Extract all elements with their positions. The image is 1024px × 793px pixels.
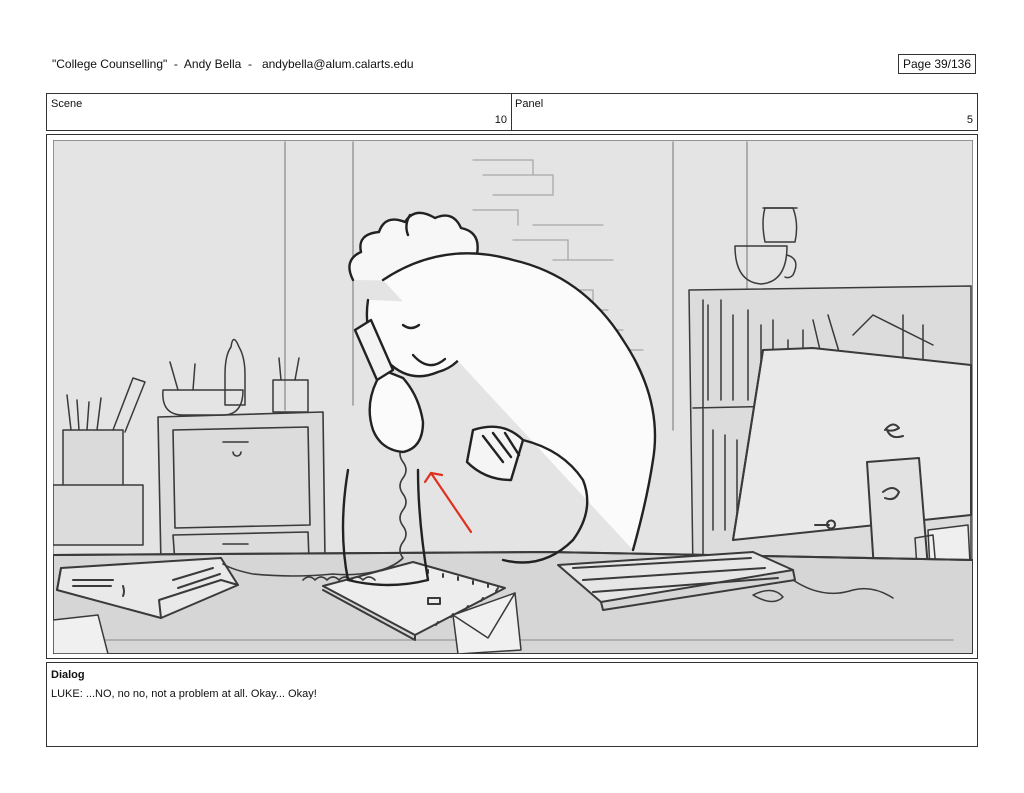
panel-number: 5 xyxy=(966,114,973,126)
page-indicator: Page 39/136 xyxy=(898,54,976,74)
paper-bottom-left xyxy=(53,614,109,654)
dialog-text: LUKE: ...NO, no no, not a problem at all… xyxy=(51,688,317,700)
panel-sketch xyxy=(53,140,973,654)
storyboard-header-title: "College Counselling" - Andy Bella - and… xyxy=(52,57,414,71)
scene-label: Scene xyxy=(51,98,83,110)
scene-cell: Scene 10 xyxy=(47,94,512,130)
dialog-label: Dialog xyxy=(51,669,85,681)
scene-panel-row: Scene 10 Panel 5 xyxy=(46,93,978,131)
storyboard-panel xyxy=(46,134,978,659)
scene-number: 10 xyxy=(494,114,507,126)
panel-label: Panel xyxy=(515,98,544,110)
dialog-section: Dialog LUKE: ...NO, no no, not a problem… xyxy=(46,662,978,747)
panel-cell: Panel 5 xyxy=(511,94,977,130)
filing-cabinet xyxy=(157,411,326,566)
